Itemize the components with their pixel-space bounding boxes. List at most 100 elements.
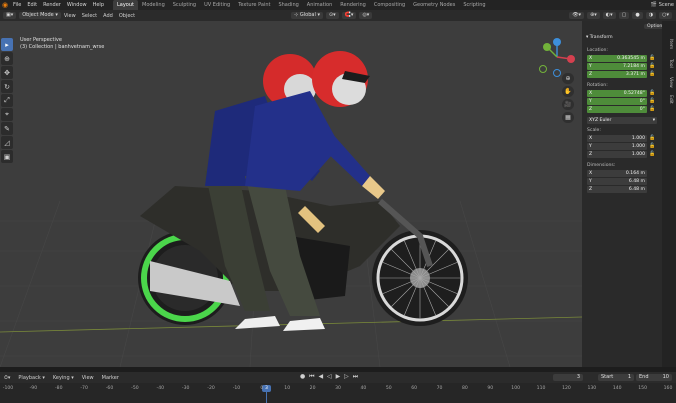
lock-icon[interactable]: 🔓 [649, 71, 655, 77]
menu-select[interactable]: Select [79, 13, 100, 19]
rotation-x-field[interactable]: X 0.52748° [587, 90, 647, 97]
blender-logo-icon[interactable]: ◉ [0, 0, 10, 10]
tab-shading[interactable]: Shading [274, 0, 302, 10]
orientation-dropdown[interactable]: ⊹ Global ▾ [291, 12, 323, 19]
perspective-label: User Perspective [20, 37, 62, 43]
timeline-editor-icon[interactable]: ⏱▾ [0, 375, 14, 381]
scale-y-field[interactable]: Y 1.000 [587, 143, 647, 150]
tab-item[interactable]: Item [668, 39, 673, 49]
play-icon[interactable]: ▶ [336, 373, 342, 380]
move-icon[interactable]: ✥ [1, 66, 13, 79]
annotate-icon[interactable]: ✎ [1, 122, 13, 135]
ruler-tick-label: 100 [511, 386, 521, 391]
scale-x-field[interactable]: X 1.000 [587, 135, 647, 142]
lock-icon[interactable]: 🔓 [649, 151, 655, 157]
current-frame-field[interactable]: 3 [553, 374, 583, 381]
shading-material-icon[interactable]: ◑ [645, 12, 657, 19]
timeline-ruler[interactable]: 3 -100 -90 -80 -70 -60 -50 -40 -30 -20 -10 0 10 20 30… [0, 383, 676, 403]
tab-texture-paint[interactable]: Texture Paint [234, 0, 274, 10]
shading-solid-icon[interactable]: ● [632, 12, 643, 19]
menu-window[interactable]: Window [64, 2, 90, 8]
tab-sculpting[interactable]: Sculpting [169, 0, 200, 10]
dimensions-z-field[interactable]: Z 6.48 m [587, 186, 647, 193]
tab-rendering[interactable]: Rendering [336, 0, 370, 10]
location-y-field[interactable]: Y 7.2184 m [587, 63, 647, 70]
pivot-icon[interactable]: ⊙▾ [325, 12, 339, 19]
jump-end-icon[interactable]: ⏭ [353, 373, 359, 380]
menu-view[interactable]: View [61, 13, 79, 19]
menu-keying[interactable]: Keying ▾ [49, 375, 78, 381]
menu-timeline-view[interactable]: View [78, 375, 98, 381]
lock-icon[interactable]: 🔓 [649, 55, 655, 61]
menu-render[interactable]: Render [40, 2, 64, 8]
rotate-icon[interactable]: ↻ [1, 80, 13, 93]
prev-key-icon[interactable]: ◀ [319, 373, 325, 380]
3d-viewport[interactable]: ▸ ⊕ ✥ ↻ ⤢ ⌖ ✎ ◿ ▣ User Perspective (3) C… [0, 21, 582, 367]
play-reverse-icon[interactable]: ◁ [327, 373, 333, 380]
tab-view[interactable]: View [668, 77, 673, 88]
shading-rendered-icon[interactable]: ○▾ [659, 12, 672, 19]
location-x-field[interactable]: X 0.363545 m [587, 55, 647, 62]
lock-icon[interactable]: 🔓 [649, 63, 655, 69]
snap-icon[interactable]: 🧲▾ [341, 12, 357, 19]
dimensions-y-field[interactable]: Y 6.48 m [587, 178, 647, 185]
cursor-icon[interactable]: ⊕ [1, 52, 13, 65]
menu-marker[interactable]: Marker [98, 375, 123, 381]
lock-icon[interactable]: 🔓 [649, 143, 655, 149]
rotation-z-field[interactable]: Z 0° [587, 106, 647, 113]
menu-edit[interactable]: Edit [24, 2, 40, 8]
lock-icon[interactable]: 🔓 [649, 90, 655, 96]
dimensions-x-field[interactable]: X 0.164 m [587, 170, 647, 177]
record-icon[interactable]: ● [300, 373, 306, 380]
collection-label: (3) Collection | banhvetnam_wrse [20, 44, 105, 50]
ortho-toggle-icon[interactable]: ▦ [562, 112, 574, 123]
xray-icon[interactable]: ▢ [618, 12, 630, 19]
tab-edit[interactable]: Edit [668, 95, 673, 104]
transform-icon[interactable]: ⌖ [1, 108, 13, 121]
tab-modeling[interactable]: Modeling [138, 0, 169, 10]
tab-scripting[interactable]: Scripting [459, 0, 489, 10]
tab-layout[interactable]: Layout [113, 0, 138, 10]
playback-controls: ● ⏮ ◀ ◁ ▶ ▷ ⏭ [300, 373, 359, 381]
z-axis-icon[interactable] [553, 38, 561, 46]
menu-file[interactable]: File [10, 2, 24, 8]
gizmo-toggle-icon[interactable]: ⊕▾ [587, 12, 600, 19]
viewport-header: ▣▾ Object Mode ▾ View Select Add Object … [0, 10, 676, 21]
add-cube-icon[interactable]: ▣ [1, 150, 13, 163]
menu-help[interactable]: Help [90, 2, 107, 8]
overlay-icon[interactable]: ◐▾ [602, 12, 616, 19]
scale-z-field[interactable]: Z 1.000 [587, 151, 647, 158]
y-axis-icon[interactable] [543, 43, 551, 51]
location-z-field[interactable]: Z 3.371 m [587, 71, 647, 78]
menu-object[interactable]: Object [116, 13, 138, 19]
tab-compositing[interactable]: Compositing [370, 0, 409, 10]
tab-uv-editing[interactable]: UV Editing [200, 0, 234, 10]
proportional-edit-icon[interactable]: ◎▾ [359, 12, 373, 19]
x-axis-icon[interactable] [567, 55, 575, 63]
lock-icon[interactable]: 🔓 [649, 135, 655, 141]
mode-dropdown[interactable]: Object Mode ▾ [19, 12, 61, 19]
next-key-icon[interactable]: ▷ [344, 373, 350, 380]
tab-geometry-nodes[interactable]: Geometry Nodes [409, 0, 459, 10]
zoom-icon[interactable]: ⊕ [562, 73, 574, 84]
rotation-mode-dropdown[interactable]: XYZ Euler ▾ [587, 117, 657, 124]
transform-panel-title[interactable]: ▾ Transform [586, 35, 613, 40]
rotation-y-field[interactable]: Y 0° [587, 98, 647, 105]
lock-icon[interactable]: 🔓 [649, 106, 655, 112]
visibility-icon[interactable]: 👁▾ [569, 12, 585, 19]
menu-add[interactable]: Add [100, 13, 116, 19]
start-frame-field[interactable]: Start 1 [598, 374, 634, 381]
pan-hand-icon[interactable]: ✋ [562, 86, 574, 97]
select-box-icon[interactable]: ▸ [1, 38, 13, 51]
scene-selector[interactable]: 🎬 Scene [651, 0, 674, 10]
camera-view-icon[interactable]: 🎥 [562, 99, 574, 110]
lock-icon[interactable]: 🔓 [649, 98, 655, 104]
scale-icon[interactable]: ⤢ [1, 94, 13, 107]
menu-playback[interactable]: Playback ▾ [14, 375, 48, 381]
end-frame-field[interactable]: End 10 [636, 374, 672, 381]
tab-tool[interactable]: Tool [668, 59, 673, 68]
tab-animation[interactable]: Animation [303, 0, 337, 10]
editor-type-button[interactable]: ▣▾ [3, 12, 17, 19]
measure-icon[interactable]: ◿ [1, 136, 13, 149]
jump-start-icon[interactable]: ⏮ [309, 373, 315, 380]
